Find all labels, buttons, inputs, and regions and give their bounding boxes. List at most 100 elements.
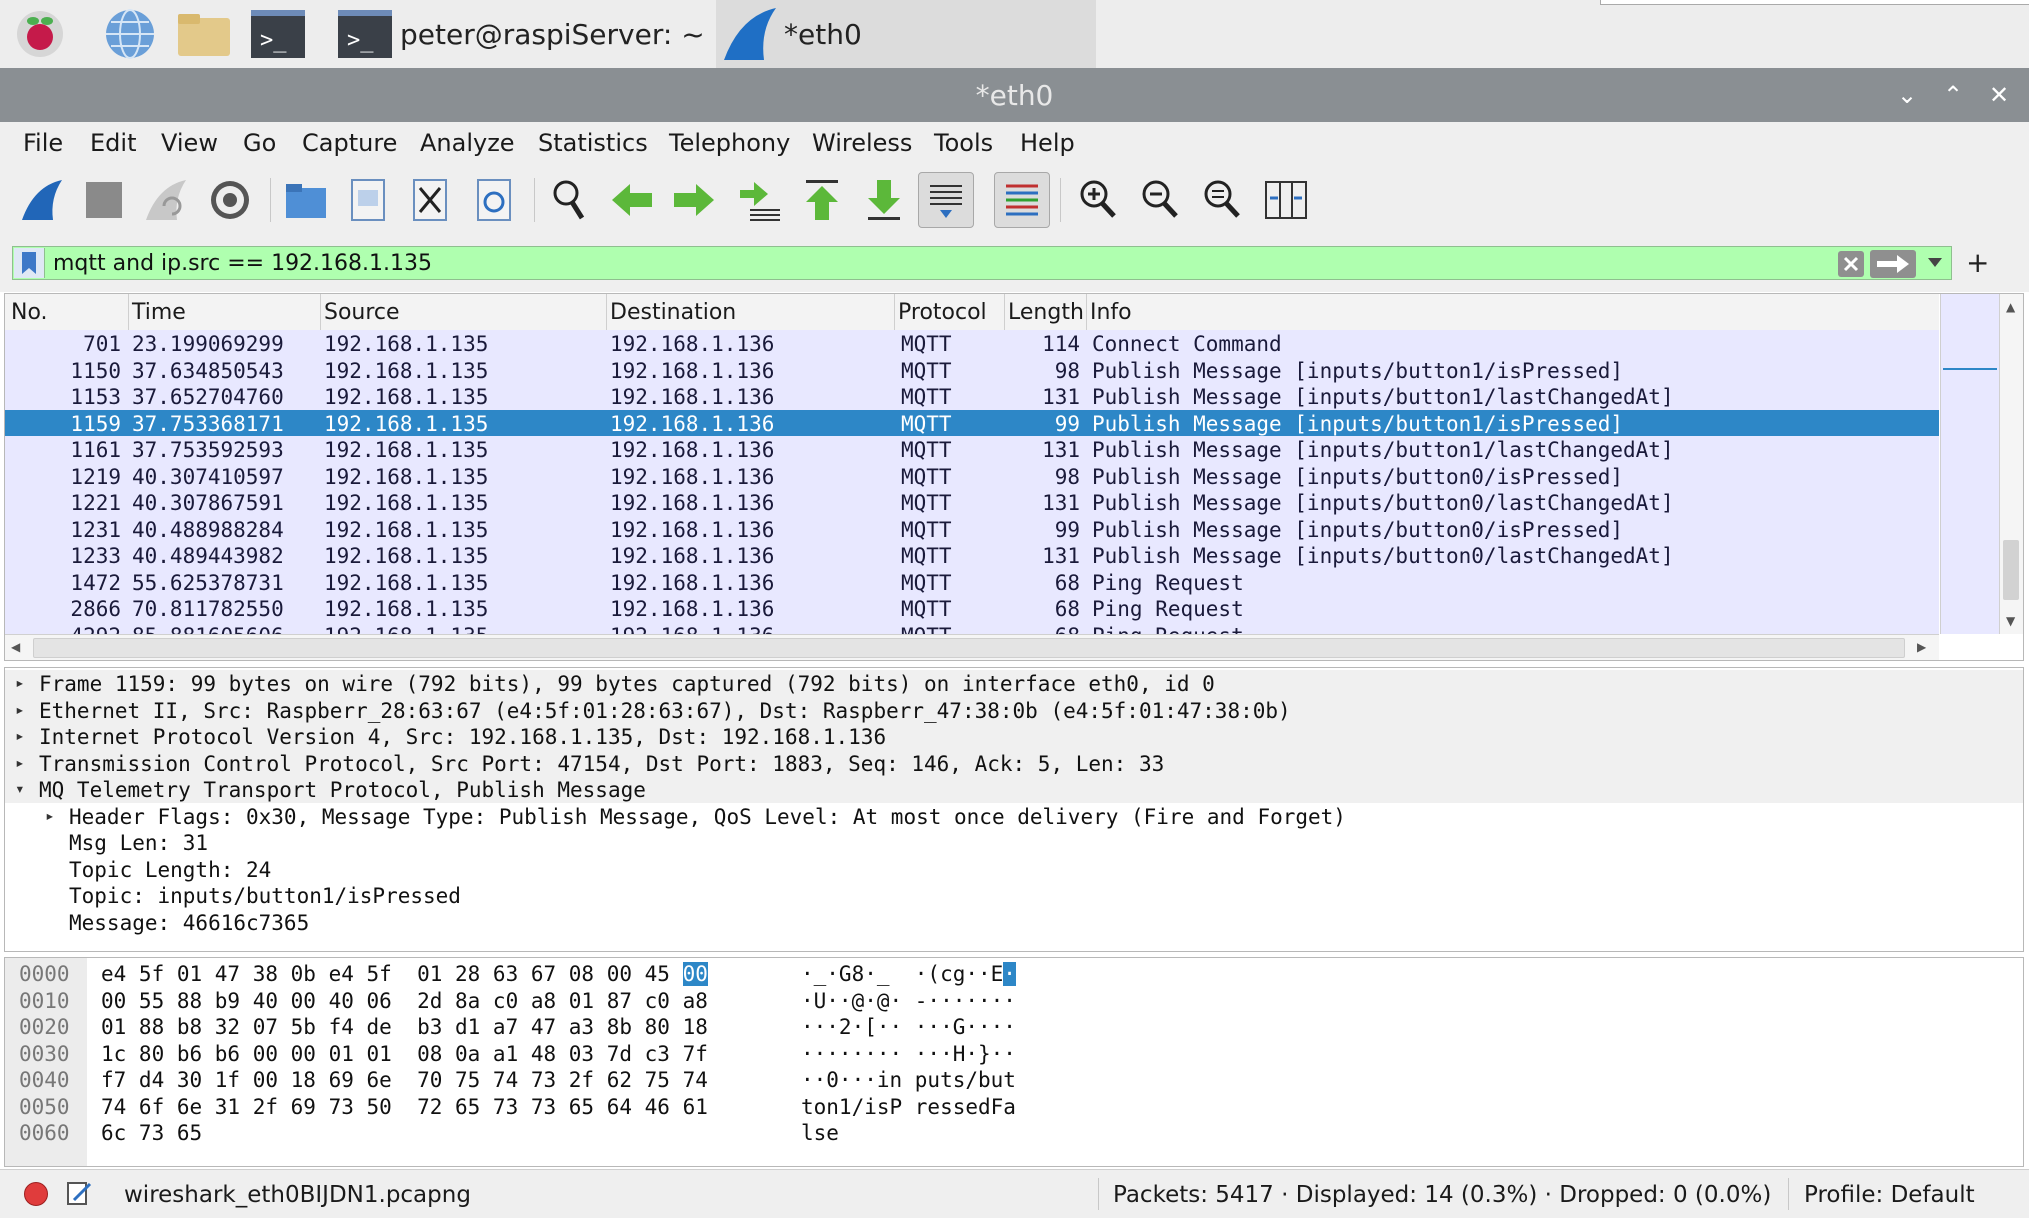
scroll-thumb[interactable] (33, 638, 1905, 658)
maximize-button[interactable]: ⌃ (1938, 80, 1968, 110)
terminal-icon[interactable]: >_ (250, 6, 306, 62)
col-no[interactable]: No. (11, 300, 48, 325)
go-first-icon[interactable] (794, 172, 850, 228)
menu-edit[interactable]: Edit (90, 129, 136, 157)
file-manager-icon[interactable] (176, 6, 232, 62)
packet-row[interactable]: 1221 40.307867591 192.168.1.135 192.168.1.1… (5, 489, 1939, 516)
web-browser-icon[interactable] (102, 6, 158, 62)
expand-arrow-icon[interactable]: ▸ (15, 753, 25, 772)
expand-arrow-icon[interactable]: ▸ (15, 726, 25, 745)
menu-analyze[interactable]: Analyze (420, 129, 515, 157)
col-time[interactable]: Time (132, 300, 186, 325)
taskbar-wireshark-task[interactable]: *eth0 (716, 0, 1096, 68)
expand-arrow-icon[interactable]: ▸ (45, 806, 55, 825)
bytes-row[interactable]: 0010 00 55 88 b9 40 00 40 06 2d 8a c0 a8 … (5, 987, 2023, 1014)
menu-view[interactable]: View (161, 129, 218, 157)
expert-info-icon[interactable] (24, 1182, 48, 1206)
details-row[interactable]: ▾ MQ Telemetry Transport Protocol, Publis… (5, 776, 2023, 803)
details-row[interactable]: Topic: inputs/button1/isPressed (5, 882, 2023, 909)
apply-filter-icon[interactable] (1870, 250, 1916, 278)
filter-history-dropdown-icon[interactable] (1924, 252, 1946, 274)
scroll-up-arrow-icon[interactable]: ▲ (2006, 300, 2015, 314)
packet-row[interactable]: 1219 40.307410597 192.168.1.135 192.168.1.1… (5, 462, 1939, 489)
scroll-down-arrow-icon[interactable]: ▼ (2006, 614, 2015, 628)
menu-capture[interactable]: Capture (302, 129, 397, 157)
details-row[interactable]: Topic Length: 24 (5, 856, 2023, 883)
taskbar-terminal-task[interactable]: >_ peter@raspiServer: ~ (336, 0, 706, 68)
expand-arrow-icon[interactable]: ▸ (15, 673, 25, 692)
packet-row[interactable]: 1159 37.753368171 192.168.1.135 192.168.1.1… (5, 409, 1939, 436)
raspberry-menu-icon[interactable] (12, 6, 68, 62)
expand-arrow-icon[interactable]: ▸ (15, 700, 25, 719)
column-separator[interactable] (606, 294, 607, 330)
details-row[interactable]: Message: 46616c7365 (5, 909, 2023, 936)
menu-tools[interactable]: Tools (934, 129, 993, 157)
column-separator[interactable] (1004, 294, 1005, 330)
menu-go[interactable]: Go (243, 129, 276, 157)
menu-statistics[interactable]: Statistics (538, 129, 648, 157)
col-source[interactable]: Source (324, 300, 400, 325)
column-separator[interactable] (894, 294, 895, 330)
packet-row[interactable]: 1150 37.634850543 192.168.1.135 192.168.1.1… (5, 356, 1939, 383)
menu-wireless[interactable]: Wireless (812, 129, 912, 157)
col-info[interactable]: Info (1090, 300, 1132, 325)
bytes-row[interactable]: 0030 1c 80 b6 b6 00 00 01 01 08 0a a1 48 … (5, 1040, 2023, 1067)
open-folder-icon[interactable] (278, 172, 334, 228)
find-packet-icon[interactable] (542, 172, 598, 228)
details-row[interactable]: ▸ Header Flags: 0x30, Message Type: Publi… (5, 803, 2023, 830)
column-separator[interactable] (1086, 294, 1087, 330)
colorize-icon[interactable] (994, 172, 1050, 228)
bytes-row[interactable]: 0040 f7 d4 30 1f 00 18 69 6e 70 75 74 73 … (5, 1066, 2023, 1093)
packet-row[interactable]: 1233 40.489443982 192.168.1.135 192.168.1.1… (5, 542, 1939, 569)
shark-fin-start-icon[interactable] (14, 172, 70, 228)
stop-capture-icon[interactable] (76, 172, 132, 228)
bytes-row[interactable]: 0000 e4 5f 01 47 38 0b e4 5f 01 28 63 67 … (5, 960, 2023, 987)
col-protocol[interactable]: Protocol (898, 300, 987, 325)
details-row[interactable]: Msg Len: 31 (5, 829, 2023, 856)
packet-row[interactable]: 1231 40.488988284 192.168.1.135 192.168.1.1… (5, 515, 1939, 542)
zoom-normal-icon[interactable] (1194, 172, 1250, 228)
scroll-right-arrow-icon[interactable]: ▶ (1917, 640, 1926, 654)
zoom-out-icon[interactable] (1132, 172, 1188, 228)
scroll-left-arrow-icon[interactable]: ◀ (11, 640, 20, 654)
details-row[interactable]: ▸ Frame 1159: 99 bytes on wire (792 bits)… (5, 670, 2023, 697)
menu-file[interactable]: File (23, 129, 63, 157)
col-length[interactable]: Length (1008, 300, 1088, 325)
collapse-arrow-icon[interactable]: ▾ (15, 779, 25, 798)
save-file-icon[interactable] (340, 172, 396, 228)
resize-columns-icon[interactable] (1258, 172, 1314, 228)
add-filter-button[interactable]: + (1966, 246, 1989, 279)
capture-options-icon[interactable] (202, 172, 258, 228)
bookmark-icon[interactable] (14, 248, 45, 278)
packet-row[interactable]: 701 23.199069299 192.168.1.135 192.168.1.13… (5, 330, 1939, 357)
details-row[interactable]: ▸ Internet Protocol Version 4, Src: 192.1… (5, 723, 2023, 750)
capture-comment-icon[interactable] (66, 1180, 92, 1212)
go-forward-icon[interactable] (666, 172, 722, 228)
close-button[interactable]: ✕ (1984, 80, 2014, 110)
menu-telephony[interactable]: Telephony (669, 129, 790, 157)
clear-filter-icon[interactable] (1838, 251, 1864, 277)
packet-minimap[interactable] (1940, 294, 1999, 634)
autoscroll-icon[interactable] (918, 172, 974, 228)
bytes-row[interactable]: 0020 01 88 b8 32 07 5b f4 de b3 d1 a7 47 … (5, 1013, 2023, 1040)
minimize-button[interactable]: ⌄ (1892, 80, 1922, 110)
go-back-icon[interactable] (604, 172, 660, 228)
menu-help[interactable]: Help (1020, 129, 1075, 157)
packet-row[interactable]: 1153 37.652704760 192.168.1.135 192.168.1.1… (5, 383, 1939, 410)
packet-list-hscroll[interactable]: ◀ ▶ (5, 634, 1939, 660)
display-filter-input[interactable] (12, 246, 1952, 280)
bytes-row[interactable]: 0050 74 6f 6e 31 2f 69 73 50 72 65 73 73 … (5, 1093, 2023, 1120)
col-destination[interactable]: Destination (610, 300, 736, 325)
go-last-icon[interactable] (856, 172, 912, 228)
column-separator[interactable] (320, 294, 321, 330)
scroll-thumb[interactable] (2003, 540, 2019, 600)
profile-label[interactable]: Profile: Default (1804, 1182, 1975, 1208)
bytes-row[interactable]: 0060 6c 73 65 lse (5, 1119, 2023, 1146)
restart-capture-icon[interactable] (138, 172, 194, 228)
details-row[interactable]: ▸ Transmission Control Protocol, Src Port… (5, 749, 2023, 776)
column-separator[interactable] (128, 294, 129, 330)
reload-file-icon[interactable] (466, 172, 522, 228)
zoom-in-icon[interactable] (1070, 172, 1126, 228)
packet-list-vscroll[interactable]: ▲ ▼ (1999, 294, 2023, 634)
go-to-packet-icon[interactable] (732, 172, 788, 228)
